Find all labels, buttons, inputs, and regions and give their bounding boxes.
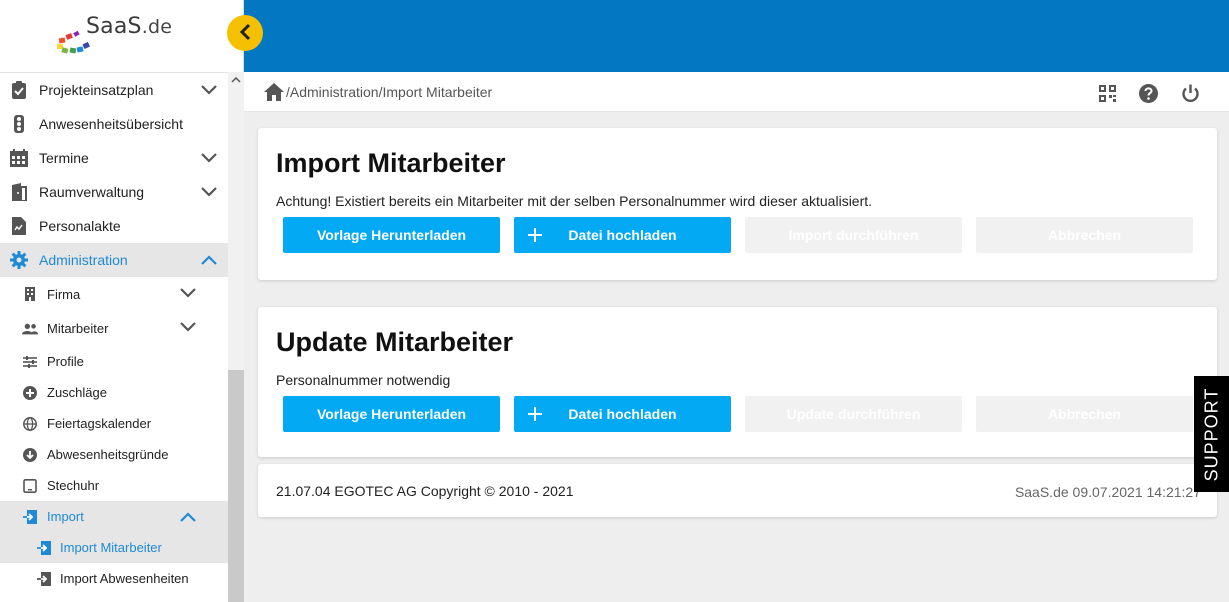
sidebar-subitem-label: Zuschläge [47,385,107,400]
update-file-upload-button[interactable]: Datei hochladen [514,396,731,432]
calendar-icon [10,149,28,167]
import-icon [36,540,52,556]
sidebar-item-label: Projekteinsatzplan [39,82,154,98]
update-cancel-button[interactable]: Abbrechen [976,396,1193,432]
scrollbar-thumb[interactable] [228,370,244,602]
sidebar-item-label: Raumverwaltung [39,184,145,200]
sidebar-item-raumverwaltung[interactable]: Raumverwaltung [0,175,228,209]
door-icon [10,183,28,201]
chevron-left-icon [239,23,251,44]
sidebar: SaaS.de Projekteinsatzplan Anwesenheitsü… [0,0,263,602]
people-icon [22,321,38,337]
update-run-button[interactable]: Update durchführen [745,396,962,432]
plus-circle-icon [22,385,38,401]
footer-version-timestamp: SaaS.de 09.07.2021 14:21:27 [1014,484,1201,500]
arrow-down-circle-icon [22,447,38,463]
import-file-upload-button[interactable]: Datei hochladen [514,217,731,253]
sidebar-collapse-button[interactable] [227,15,263,51]
import-card: Import Mitarbeiter Achtung! Existiert be… [258,128,1217,280]
breadcrumb-bar: /Administration/Import Mitarbeiter [244,72,1229,112]
scrollbar-track[interactable] [228,86,244,370]
gear-icon [10,251,28,269]
logo[interactable]: SaaS.de [56,14,172,54]
import-note: Achtung! Existiert bereits ein Mitarbeit… [276,193,873,209]
clipboard-check-icon [10,81,28,99]
qr-code-icon[interactable] [1096,82,1118,104]
sidebar-item-label: Anwesenheitsübersicht [39,116,183,132]
sidebar-subitem-label: Import [47,509,84,524]
sidebar-subsubitem-import-abwesenheiten[interactable]: Import Abwesenheiten [0,563,228,594]
update-template-download-button[interactable]: Vorlage Herunterladen [283,396,500,432]
import-file-upload-label: Datei hochladen [568,227,677,243]
footer-card: 21.07.04 EGOTEC AG Copyright © 2010 - 20… [258,464,1217,517]
update-note: Personalnummer notwendig [276,372,451,388]
sidebar-subitem-import[interactable]: Import [0,501,228,532]
sidebar-subitem-label: Profile [47,354,84,369]
breadcrumb-path[interactable]: /Administration/Import Mitarbeiter [286,84,492,100]
import-icon [22,509,38,525]
plus-icon [526,226,544,244]
import-template-download-button[interactable]: Vorlage Herunterladen [283,217,500,253]
sidebar-subitem-abwesenheitsgruende[interactable]: Abwesenheitsgründe [0,439,228,470]
sidebar-subitem-feiertagskalender[interactable]: Feiertagskalender [0,408,228,439]
sidebar-subitem-label: Feiertagskalender [47,416,152,431]
sidebar-scrollbar[interactable] [228,72,244,602]
sidebar-subitem-label: Firma [47,286,81,302]
traffic-light-icon [10,115,28,133]
import-title: Import Mitarbeiter [276,148,506,178]
sidebar-subsubitem-import-mitarbeiter[interactable]: Import Mitarbeiter [0,532,228,563]
update-card: Update Mitarbeiter Personalnummer notwen… [258,307,1217,457]
chevron-down-icon[interactable] [200,81,218,99]
home-icon[interactable] [264,82,286,102]
sliders-icon [22,354,38,370]
sidebar-subitem-profile[interactable]: Profile [0,346,228,377]
sidebar-subitem-zuschlaege[interactable]: Zuschläge [0,377,228,408]
sidebar-item-label: Termine [39,150,89,166]
plus-icon [526,405,544,423]
logo-mark-icon [56,14,90,54]
footer-copyright: 21.07.04 EGOTEC AG Copyright © 2010 - 20… [276,483,574,499]
building-icon [22,286,38,302]
sidebar-item-termine[interactable]: Termine [0,141,228,175]
sidebar-subitem-mitarbeiter[interactable]: Mitarbeiter [0,311,228,346]
logo-text: SaaS.de [86,14,173,39]
help-icon[interactable] [1137,82,1159,104]
import-cancel-button[interactable]: Abbrechen [976,217,1193,253]
breadcrumb: /Administration/Import Mitarbeiter [264,82,492,102]
globe-icon [22,416,38,432]
sidebar-item-anwesenheitsuebersicht[interactable]: Anwesenheitsübersicht [0,107,228,141]
sidebar-subsubitem-label: Import Abwesenheiten [60,571,189,586]
import-run-button[interactable]: Import durchführen [745,217,962,253]
sidebar-item-label: Administration [39,252,128,268]
top-bar [244,0,1229,72]
scroll-up-arrow-icon[interactable] [228,74,244,86]
sidebar-subitem-stechuhr[interactable]: Stechuhr [0,470,228,501]
chevron-down-icon[interactable] [200,149,218,167]
chevron-up-icon[interactable] [200,251,218,269]
support-label: SUPPORT [1201,387,1221,481]
sidebar-subitem-label: Mitarbeiter [47,321,109,336]
sidebar-subitem-label: Abwesenheitsgründe [47,447,169,462]
sidebar-item-label: Personalakte [39,218,121,234]
chevron-down-icon[interactable] [200,183,218,201]
sidebar-item-personalakte[interactable]: Personalakte [0,209,228,243]
file-icon [10,217,28,235]
tablet-icon [22,478,38,494]
chevron-down-icon[interactable] [179,284,197,302]
chevron-up-icon[interactable] [179,508,197,526]
update-file-upload-label: Datei hochladen [568,406,677,422]
sidebar-subitem-firma[interactable]: Firma [0,277,228,311]
update-title: Update Mitarbeiter [276,327,514,357]
sidebar-subitem-label: Stechuhr [47,478,100,493]
sidebar-item-administration[interactable]: Administration [0,243,228,277]
sidebar-item-projekteinsatzplan[interactable]: Projekteinsatzplan [0,73,228,107]
support-tab[interactable]: SUPPORT [1194,376,1229,492]
sidebar-subsubitem-label: Import Mitarbeiter [60,540,162,555]
sidebar-nav: Projekteinsatzplan Anwesenheitsübersicht… [0,72,228,602]
import-icon [36,571,52,587]
chevron-down-icon[interactable] [179,318,197,336]
power-icon[interactable] [1179,82,1201,104]
logo-area: SaaS.de [0,0,243,72]
